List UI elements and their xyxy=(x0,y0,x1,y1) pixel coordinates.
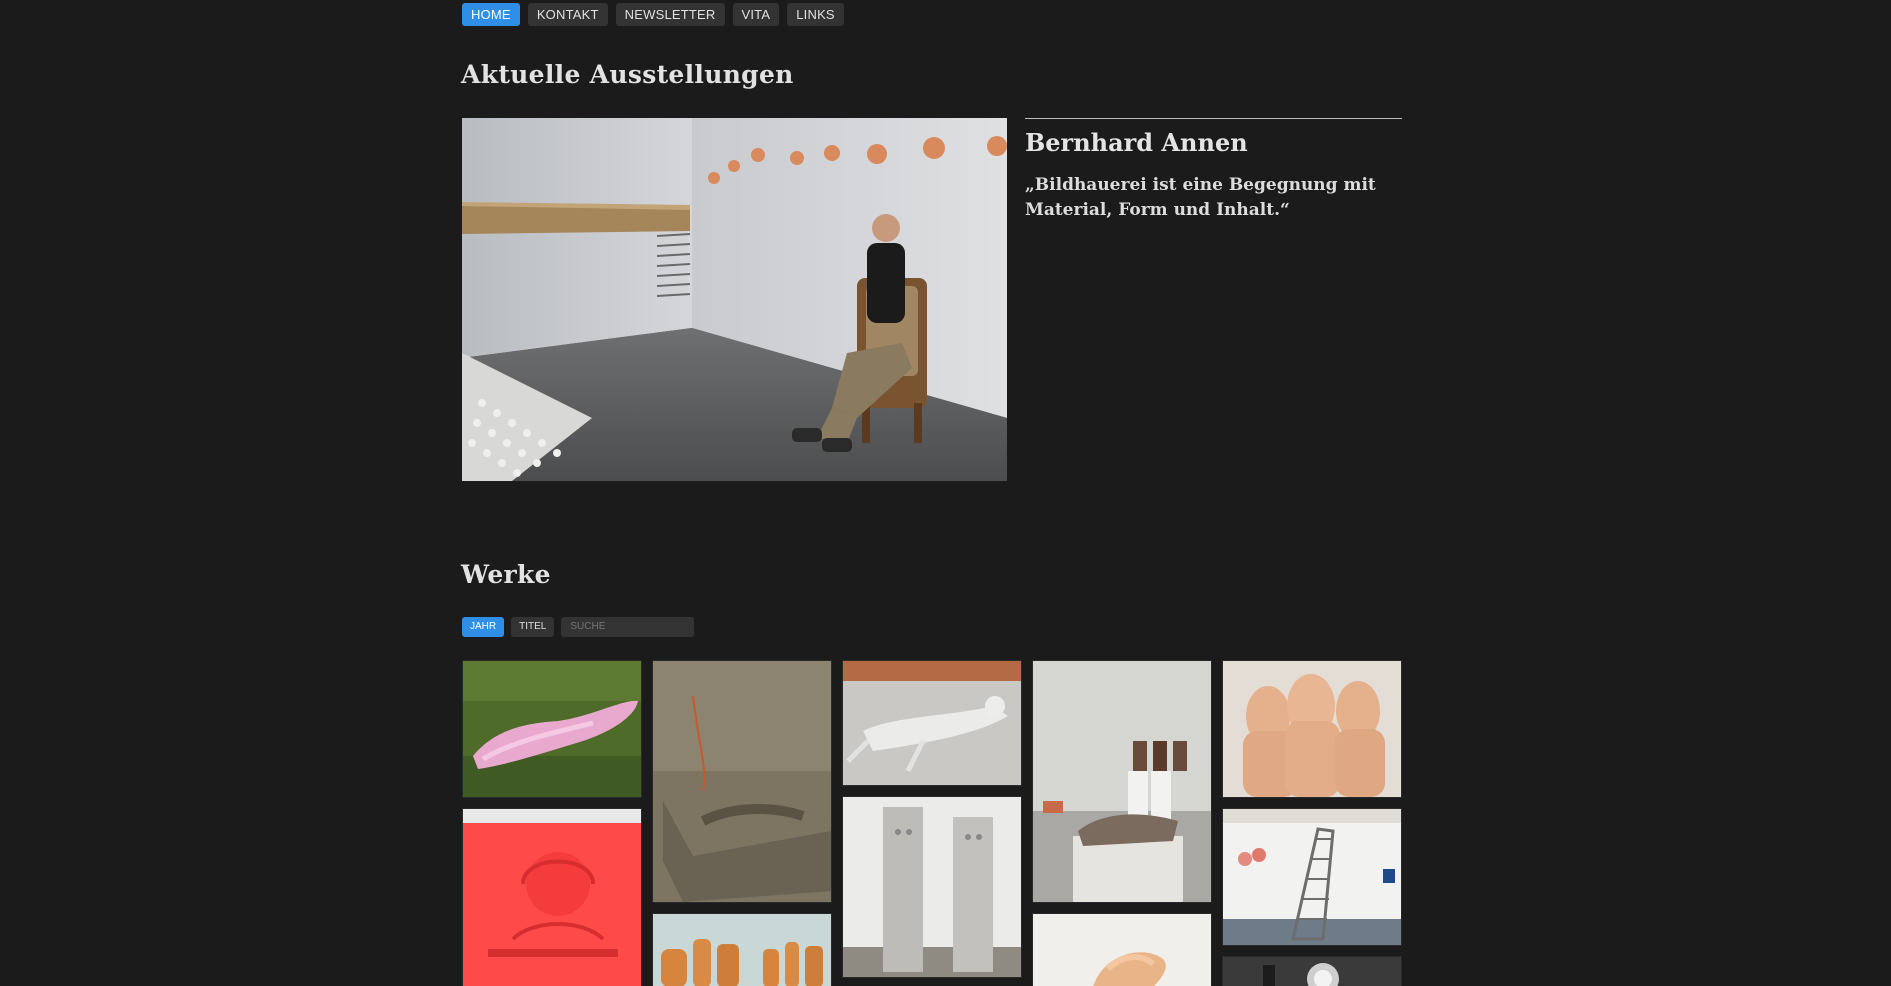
exhibition-photo-graphic xyxy=(462,118,1007,481)
work-thumbnail[interactable] xyxy=(462,808,642,986)
work-thumbnail-image xyxy=(843,797,1021,977)
work-thumbnail[interactable] xyxy=(1222,660,1402,798)
work-thumbnail-image xyxy=(1223,809,1401,945)
filter-titel-button[interactable]: TITEL xyxy=(511,617,555,637)
work-thumbnail[interactable] xyxy=(462,660,642,798)
work-thumbnail-image xyxy=(1033,661,1211,902)
works-heading: Werke xyxy=(461,560,551,589)
works-search-input[interactable] xyxy=(561,617,695,637)
work-thumbnail[interactable] xyxy=(1222,808,1402,946)
work-thumbnail[interactable] xyxy=(842,796,1022,978)
work-thumbnail-image xyxy=(1223,957,1401,986)
work-thumbnail[interactable] xyxy=(1222,956,1402,986)
work-thumbnail[interactable] xyxy=(1032,913,1212,986)
work-thumbnail-image xyxy=(1223,661,1401,797)
work-thumbnail-image xyxy=(653,914,831,986)
work-thumbnail[interactable] xyxy=(652,660,832,903)
main-nav: HOME KONTAKT NEWSLETTER VITA LINKS xyxy=(462,3,844,26)
artist-name[interactable]: Bernhard Annen xyxy=(1025,128,1402,157)
exhibition-info: Bernhard Annen „Bildhauerei ist eine Beg… xyxy=(1025,118,1402,223)
works-filter-bar: JAHR TITEL xyxy=(462,617,695,637)
work-thumbnail[interactable] xyxy=(842,660,1022,786)
nav-vita[interactable]: VITA xyxy=(732,3,780,26)
work-thumbnail-image xyxy=(463,661,641,797)
nav-kontakt[interactable]: KONTAKT xyxy=(527,3,608,26)
work-thumbnail[interactable] xyxy=(652,913,832,986)
exhibitions-heading: Aktuelle Ausstellungen xyxy=(461,60,794,89)
work-thumbnail[interactable] xyxy=(1032,660,1212,903)
artist-quote: „Bildhauerei ist eine Begegnung mit Mate… xyxy=(1025,175,1376,220)
exhibition-photo[interactable] xyxy=(462,118,1007,481)
work-thumbnail-image xyxy=(463,809,641,986)
filter-jahr-button[interactable]: JAHR xyxy=(462,617,505,637)
work-thumbnail-image xyxy=(1033,914,1211,986)
nav-links[interactable]: LINKS xyxy=(787,3,844,26)
page: HOME KONTAKT NEWSLETTER VITA LINKS Aktue… xyxy=(0,0,1891,986)
nav-home[interactable]: HOME xyxy=(462,3,520,26)
work-thumbnail-image xyxy=(843,661,1021,785)
work-thumbnail-image xyxy=(653,661,831,902)
nav-newsletter[interactable]: NEWSLETTER xyxy=(615,3,725,26)
